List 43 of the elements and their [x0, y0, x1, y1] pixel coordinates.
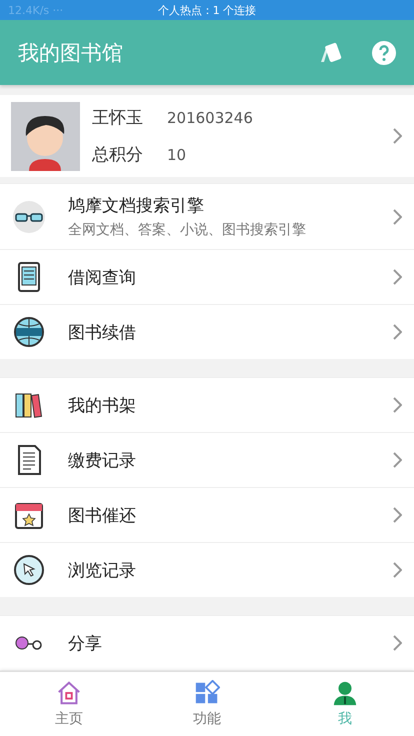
menu-item-title: 浏览记录 [68, 560, 137, 582]
user-name: 王怀玉 [92, 107, 143, 129]
chevron-icon [392, 562, 402, 578]
network-speed: 12.4K/s ··· [8, 4, 64, 16]
menu-item[interactable]: 浏览记录 [0, 542, 414, 597]
menu-item-subtitle: 全网文档、答案、小说、图书搜索引擎 [68, 221, 307, 239]
profile-card[interactable]: 王怀玉 201603246 总积分 10 [0, 95, 414, 177]
menu-item[interactable]: 图书催还 [0, 487, 414, 542]
menu-item[interactable]: 分享 [0, 615, 414, 670]
chevron-icon [392, 452, 402, 468]
chevron-icon [392, 324, 402, 340]
points-value: 10 [167, 146, 188, 164]
hotspot-status: 个人热点：1 个连接 [158, 2, 256, 18]
menu-item[interactable]: 图书续借 [0, 304, 414, 359]
chevron-icon [392, 269, 402, 285]
menu-item[interactable]: 缴费记录 [0, 432, 414, 487]
glasses-icon [13, 200, 45, 232]
menu-item[interactable]: 借阅查询 [0, 249, 414, 304]
chevron-icon [392, 507, 402, 523]
menu-item-title: 缴费记录 [68, 450, 137, 472]
globe-icon [13, 316, 45, 348]
help-icon[interactable] [372, 40, 396, 64]
house-icon [56, 680, 82, 706]
menu-item[interactable]: 鸠摩文档搜索引擎 全网文档、答案、小说、图书搜索引擎 [0, 183, 414, 249]
menu-item-title: 我的书架 [68, 394, 137, 416]
person-icon [332, 680, 358, 706]
tab[interactable]: 主页 [0, 672, 138, 736]
grid-icon [194, 680, 220, 706]
chevron-icon [392, 128, 402, 144]
menu-item-title: 分享 [68, 632, 103, 654]
menu-item-title: 借阅查询 [68, 266, 137, 288]
menu-item-title: 鸠摩文档搜索引擎 [68, 195, 205, 217]
user-id: 201603246 [167, 108, 254, 126]
chevron-icon [392, 208, 402, 224]
chevron-icon [392, 635, 402, 651]
menu-item-title: 图书催还 [68, 504, 137, 526]
page-title: 我的图书馆 [18, 40, 124, 66]
menu-item[interactable]: 我的书架 [0, 377, 414, 432]
cursor-icon [13, 554, 45, 586]
menu-item-title: 图书续借 [68, 322, 137, 344]
chevron-icon [392, 397, 402, 413]
points-label: 总积分 [92, 144, 143, 166]
tab[interactable]: 功能 [138, 672, 276, 736]
